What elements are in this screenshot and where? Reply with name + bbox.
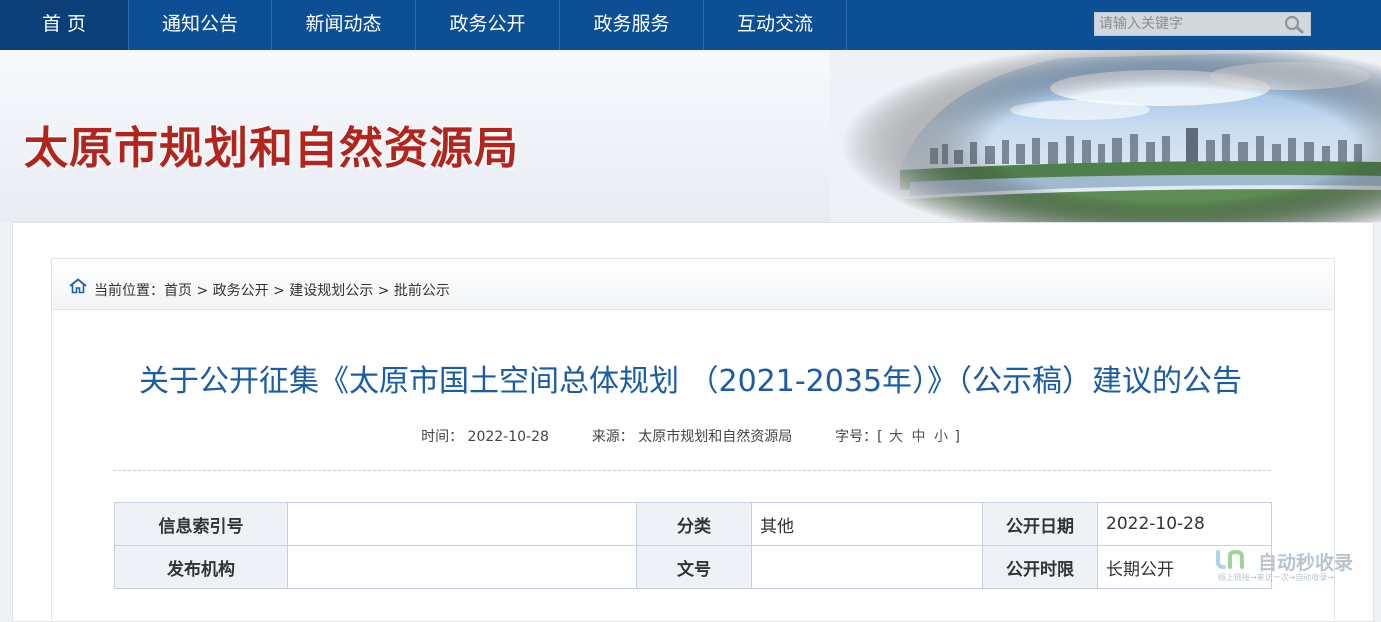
- breadcrumb-separator: >: [377, 283, 390, 299]
- info-table: 信息索引号 分类 其他 公开日期 2022-10-28 发布机构 文号 公开时限…: [114, 502, 1272, 589]
- issuing-agency-value: [287, 545, 637, 589]
- breadcrumb-item-home[interactable]: 首页: [164, 283, 192, 299]
- table-row: 信息索引号 分类 其他 公开日期 2022-10-28: [114, 502, 1272, 546]
- source-value: 太原市规划和自然资源局: [638, 429, 793, 445]
- font-size-label: 字号：[: [835, 429, 883, 445]
- document-number-label: 文号: [636, 545, 752, 589]
- nav-item-home[interactable]: 首 页: [0, 0, 129, 50]
- breadcrumb-item-pre-approval[interactable]: 批前公示: [394, 283, 450, 299]
- publish-time: 2022-10-28: [467, 429, 549, 445]
- watermark-logo-icon: [1216, 549, 1244, 569]
- breadcrumb: 当前位置：首页 > 政务公开 > 建设规划公示 > 批前公示: [51, 258, 1335, 310]
- nav-item-news[interactable]: 新闻动态: [272, 0, 416, 50]
- breadcrumb-item-gov-affairs[interactable]: 政务公开: [213, 283, 269, 299]
- issuing-agency-label: 发布机构: [114, 545, 288, 589]
- site-title: 太原市规划和自然资源局: [24, 123, 519, 174]
- watermark: 自动秒收录 极上链接→来访一次→自动收录→: [1210, 548, 1370, 588]
- source-label: 来源：: [591, 429, 634, 445]
- nav-item-gov-services[interactable]: 政务服务: [560, 0, 704, 50]
- breadcrumb-separator: >: [196, 283, 209, 299]
- breadcrumb-separator: >: [273, 283, 285, 299]
- index-number-label: 信息索引号: [114, 502, 288, 546]
- font-size-close: ]: [954, 429, 960, 445]
- font-size-small[interactable]: 小: [934, 429, 948, 445]
- publish-date-value: 2022-10-28: [1097, 502, 1272, 546]
- nav-item-notices[interactable]: 通知公告: [129, 0, 272, 50]
- search-box: [1094, 12, 1311, 36]
- table-row: 发布机构 文号 公开时限 长期公开: [114, 545, 1272, 589]
- font-size-large[interactable]: 大: [889, 429, 903, 445]
- font-size-medium[interactable]: 中: [912, 429, 926, 445]
- category-label: 分类: [636, 502, 752, 546]
- publish-date-label: 公开日期: [982, 502, 1098, 546]
- search-icon[interactable]: [1282, 14, 1306, 34]
- watermark-text: 自动秒收录: [1258, 552, 1354, 574]
- article-title: 关于公开征集《太原市国土空间总体规划 （2021-2035年）》（公示稿）建议的…: [138, 364, 1243, 399]
- category-value: 其他: [751, 502, 983, 546]
- home-icon: [69, 278, 87, 294]
- time-label: 时间：: [421, 429, 464, 445]
- top-nav: 首 页 通知公告 新闻动态 政务公开 政务服务 互动交流: [0, 0, 1381, 50]
- breadcrumb-trail: 当前位置：首页 > 政务公开 > 建设规划公示 > 批前公示: [94, 280, 450, 300]
- breadcrumb-item-planning[interactable]: 建设规划公示: [289, 283, 373, 299]
- breadcrumb-prefix: 当前位置：: [94, 283, 164, 299]
- document-number-value: [751, 545, 983, 589]
- divider: [113, 470, 1271, 471]
- article-meta: 时间： 2022-10-28 来源： 太原市规划和自然资源局 字号：[ 大 中 …: [0, 426, 1381, 446]
- nav-item-interaction[interactable]: 互动交流: [704, 0, 847, 50]
- watermark-subtext: 极上链接→来访一次→自动收录→: [1218, 573, 1335, 582]
- header-banner: 太原市规划和自然资源局: [0, 50, 1381, 222]
- disclosure-period-label: 公开时限: [982, 545, 1098, 589]
- search-input[interactable]: [1095, 13, 1280, 35]
- index-number-value: [287, 502, 637, 546]
- city-skyline-image: [830, 50, 1381, 222]
- nav-item-gov-affairs[interactable]: 政务公开: [416, 0, 560, 50]
